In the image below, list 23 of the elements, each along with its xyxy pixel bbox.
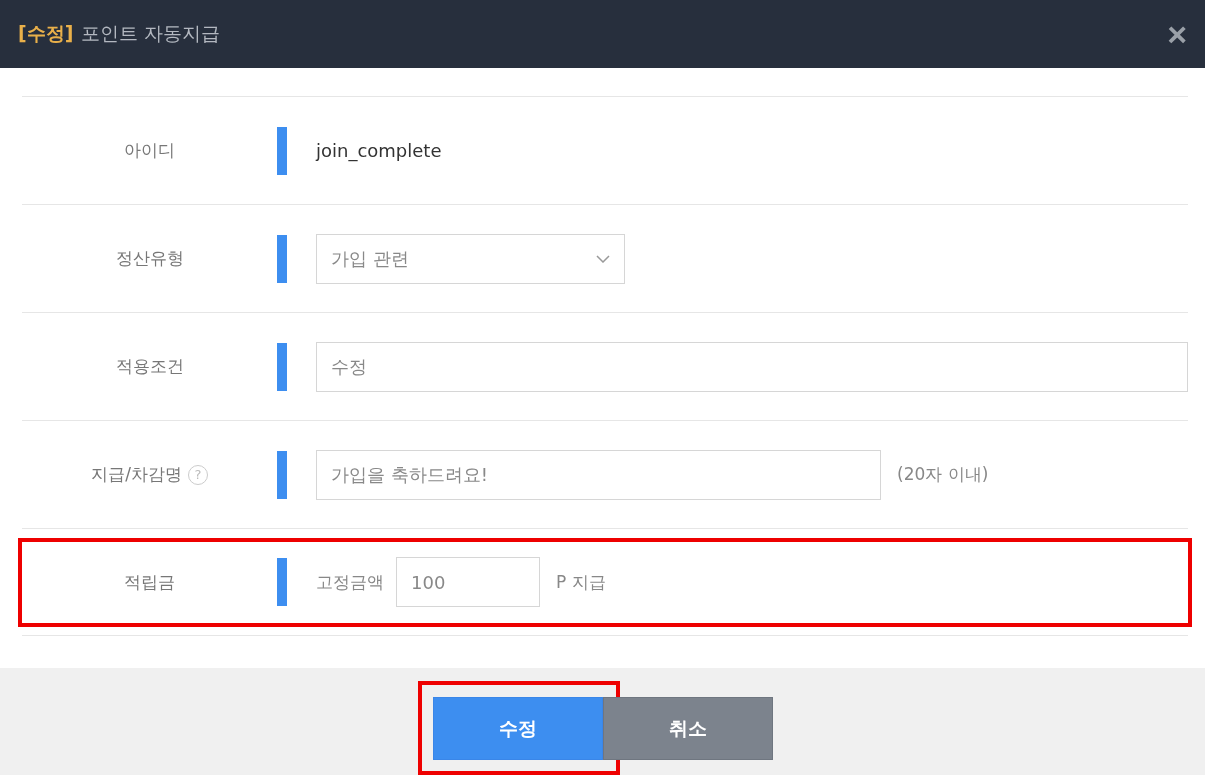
name-input[interactable]: 가입을 축하드려요! — [316, 449, 881, 500]
type-select[interactable]: 가입 관련 — [316, 233, 625, 284]
field-label: 정산유형 — [115, 247, 184, 270]
dialog-title: [수정] 포인트 자동지급 — [18, 21, 221, 46]
chevron-down-icon — [596, 254, 610, 263]
id-value: join_complete — [316, 140, 442, 161]
accent-bar — [277, 126, 287, 175]
field-label: 적용조건 — [115, 355, 184, 378]
accent-bar — [277, 558, 287, 606]
fixed-amount-label: 고정금액 — [316, 570, 384, 594]
field-label: 아이디 — [124, 139, 175, 162]
cancel-button[interactable]: 취소 — [602, 697, 773, 760]
close-button[interactable]: × — [1163, 17, 1191, 51]
amount-input[interactable]: 100 — [396, 557, 540, 607]
condition-input[interactable]: 수정 — [316, 341, 1188, 392]
accent-bar — [277, 342, 287, 391]
unit-label: P 지급 — [556, 570, 606, 594]
submit-button[interactable]: 수정 — [432, 697, 603, 760]
field-label: 지급/차감명 — [91, 463, 182, 486]
accent-bar — [277, 450, 287, 499]
accent-bar — [277, 234, 287, 283]
length-note: (20자 이내) — [897, 463, 989, 486]
field-label: 적립금 — [124, 570, 175, 594]
